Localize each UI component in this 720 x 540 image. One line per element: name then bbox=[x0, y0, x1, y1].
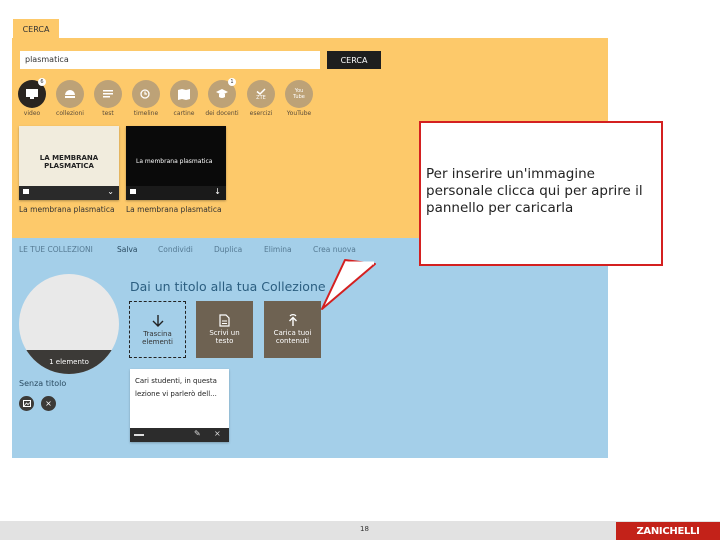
box-label: Scrivi un testo bbox=[209, 329, 240, 345]
test-icon bbox=[94, 80, 122, 108]
drag-handle-icon[interactable] bbox=[134, 434, 144, 436]
upload-content-button[interactable]: Carica tuoi contenuti bbox=[264, 301, 321, 358]
card-toolbar: ↓ bbox=[126, 186, 226, 200]
category-label: cartine bbox=[173, 110, 195, 117]
search-tab[interactable]: CERCA bbox=[13, 19, 59, 39]
category-label: timeline bbox=[133, 110, 159, 117]
chevron-down-icon[interactable]: ⌄ bbox=[107, 187, 114, 196]
document-icon bbox=[219, 314, 230, 327]
map-icon bbox=[170, 80, 198, 108]
category-label: collezioni bbox=[56, 110, 84, 117]
tab-create-new[interactable]: Crea nuova bbox=[313, 245, 356, 254]
tab-duplicate[interactable]: Duplica bbox=[214, 245, 242, 254]
box-label: Trascina elementi bbox=[142, 329, 173, 346]
card-toolbar: ⌄ bbox=[19, 186, 119, 200]
tab-delete[interactable]: Elimina bbox=[264, 245, 292, 254]
page-number: 18 bbox=[360, 525, 369, 533]
count-badge: 6 bbox=[38, 78, 46, 86]
text-note-card[interactable]: Cari studenti, in questa lezione vi parl… bbox=[130, 369, 229, 442]
tab-collections[interactable]: LE TUE COLLEZIONI bbox=[19, 245, 93, 254]
note-text: Cari studenti, in questa lezione vi parl… bbox=[135, 377, 217, 398]
search-button[interactable]: CERCA bbox=[327, 51, 381, 69]
collection-cover[interactable]: 1 elemento bbox=[19, 274, 119, 374]
search-input[interactable]: plasmatica bbox=[20, 51, 320, 69]
callout-box: Per inserire un'immagine personale clicc… bbox=[419, 121, 663, 266]
exercise-icon-text: ZTE bbox=[256, 94, 266, 101]
tab-save[interactable]: Salva bbox=[117, 245, 137, 254]
result-card[interactable]: La membrana plasmatica ↓ bbox=[126, 126, 226, 200]
close-icon[interactable]: × bbox=[214, 429, 221, 438]
category-test[interactable] bbox=[94, 80, 122, 108]
box-label: Carica tuoi contenuti bbox=[273, 329, 312, 345]
arrow-down-icon bbox=[152, 314, 163, 327]
upload-icon bbox=[288, 314, 297, 326]
category-teachers[interactable]: 1 bbox=[208, 78, 236, 108]
count-badge: 1 bbox=[228, 78, 236, 86]
close-icon: × bbox=[45, 398, 52, 408]
collection-title-input[interactable]: Dai un titolo alla tua Collezione bbox=[130, 279, 326, 294]
category-label: esercizi bbox=[249, 110, 273, 117]
category-label: test bbox=[102, 110, 114, 117]
category-exercises[interactable]: ZTE bbox=[247, 80, 275, 108]
category-collections[interactable] bbox=[56, 80, 84, 108]
category-maps[interactable] bbox=[170, 80, 198, 108]
youtube-icon-text: You Tube bbox=[293, 88, 305, 100]
tab-share[interactable]: Condividi bbox=[158, 245, 193, 254]
download-icon[interactable]: ↓ bbox=[214, 187, 221, 196]
drag-elements-zone[interactable]: Trascina elementi bbox=[129, 301, 186, 358]
close-button[interactable]: × bbox=[41, 396, 56, 411]
write-text-button[interactable]: Scrivi un testo bbox=[196, 301, 253, 358]
category-video[interactable]: 6 bbox=[18, 78, 46, 108]
thumbnail-title: LA MEMBRANA PLASMATICA bbox=[39, 154, 99, 170]
result-caption[interactable]: La membrana plasmatica bbox=[19, 205, 115, 214]
video-icon bbox=[130, 189, 136, 194]
category-youtube[interactable]: You Tube bbox=[285, 80, 313, 108]
collection-name: Senza titolo bbox=[19, 379, 67, 388]
edit-icon[interactable]: ✎ bbox=[194, 429, 201, 438]
category-label: YouTube bbox=[286, 110, 312, 117]
callout-text: Per inserire un'immagine personale clicc… bbox=[426, 166, 643, 216]
youtube-icon: You Tube bbox=[285, 80, 313, 108]
video-icon bbox=[23, 189, 29, 194]
exercise-icon: ZTE bbox=[247, 80, 275, 108]
result-card[interactable]: LA MEMBRANA PLASMATICA ⌄ bbox=[19, 126, 119, 200]
brand-logo: ZANICHELLI bbox=[616, 522, 720, 540]
category-label: dei docenti bbox=[205, 110, 239, 117]
thumbnail-title: La membrana plasmatica bbox=[136, 158, 213, 165]
upload-image-button[interactable] bbox=[19, 396, 34, 411]
collection-icon bbox=[56, 80, 84, 108]
note-toolbar: ✎ × bbox=[130, 428, 229, 442]
category-timeline[interactable] bbox=[132, 80, 160, 108]
result-caption[interactable]: La membrana plasmatica bbox=[126, 205, 222, 214]
category-label: video bbox=[23, 110, 41, 117]
timeline-icon bbox=[132, 80, 160, 108]
element-count: 1 elemento bbox=[19, 350, 119, 374]
